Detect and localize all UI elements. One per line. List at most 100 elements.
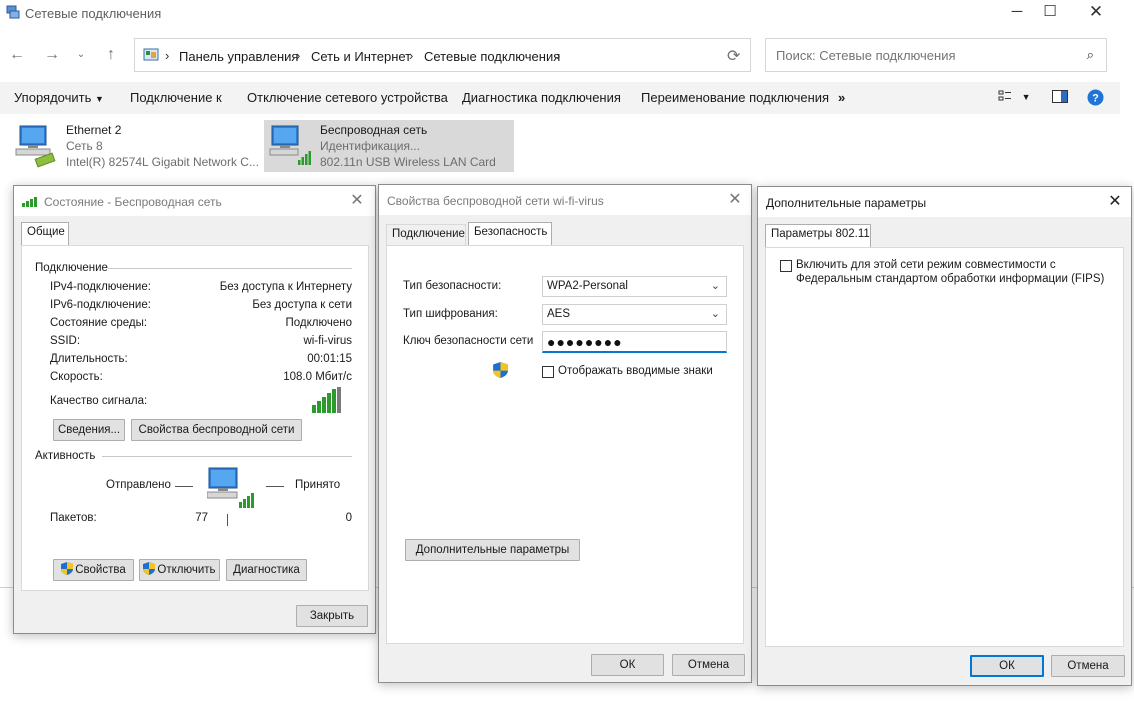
media-state-value: Подключено — [285, 317, 353, 329]
breadcrumb-separator: › — [556, 48, 561, 63]
window-title: Сетевые подключения — [25, 6, 162, 21]
properties-button[interactable]: Свойства — [53, 559, 134, 581]
tab-connection[interactable]: Подключение — [386, 224, 466, 245]
dialog-title: Дополнительные параметры — [766, 196, 927, 210]
rename-connection-button[interactable]: Переименование подключения — [641, 90, 829, 105]
view-options-icon[interactable]: ▼ — [998, 89, 1031, 106]
breadcrumb-separator: › — [409, 48, 414, 63]
network-connections-icon — [6, 5, 20, 19]
received-line — [266, 486, 284, 487]
network-key-label: Ключ безопасности сети — [403, 335, 534, 347]
more-commands-button[interactable]: » — [838, 90, 845, 105]
connection-name: Ethernet 2 — [66, 123, 122, 137]
security-type-select[interactable]: WPA2-Personal ⌄ — [542, 276, 727, 297]
diagnose-connection-button[interactable]: Диагностика подключения — [462, 90, 621, 105]
up-arrow-icon[interactable]: ↑ — [100, 45, 122, 65]
connection-name: Беспроводная сеть — [320, 123, 428, 137]
refresh-icon[interactable]: ⟳ — [727, 46, 740, 66]
settings-80211-panel: Включить для этой сети режим совместимос… — [765, 247, 1124, 647]
preview-pane-icon[interactable] — [1052, 90, 1068, 106]
security-type-label: Тип безопасности: — [403, 280, 502, 292]
general-panel: Подключение IPv4-подключение: Без доступ… — [21, 245, 369, 591]
dialog-title-bar: Состояние - Беспроводная сеть ✕ — [14, 186, 375, 216]
chevron-down-icon: ⌄ — [710, 280, 720, 292]
ipv4-label: IPv4-подключение: — [50, 281, 151, 293]
dialog-title: Состояние - Беспроводная сеть — [44, 195, 222, 209]
control-panel-icon — [143, 48, 159, 61]
dialog-title-bar: Свойства беспроводной сети wi-fi-virus ✕ — [379, 185, 751, 215]
ok-button[interactable]: ОК — [970, 655, 1044, 677]
fips-label-line1: Включить для этой сети режим совместимос… — [796, 259, 1056, 271]
wireless-connection-item[interactable]: Беспроводная сеть Идентификация... 802.1… — [264, 120, 514, 172]
ipv6-label: IPv6-подключение: — [50, 299, 151, 311]
close-button[interactable]: Закрыть — [296, 605, 368, 627]
recent-chevron-icon[interactable]: ⌄ — [70, 45, 92, 65]
sent-line — [175, 486, 193, 487]
fips-checkbox[interactable] — [780, 260, 792, 272]
ok-button[interactable]: ОК — [591, 654, 664, 676]
ssid-value: wi-fi-virus — [303, 335, 352, 347]
tab-general[interactable]: Общие — [21, 222, 69, 245]
diagnose-button[interactable]: Диагностика — [226, 559, 307, 581]
shield-icon — [493, 362, 508, 378]
window-close-button[interactable]: ✕ — [1073, 0, 1119, 26]
security-panel: Тип безопасности: WPA2-Personal ⌄ Тип шиф… — [386, 245, 744, 644]
maximize-button[interactable]: ☐ — [1027, 0, 1073, 26]
help-icon[interactable]: ? — [1087, 89, 1104, 109]
details-button[interactable]: Сведения... — [53, 419, 125, 441]
cancel-button[interactable]: Отмена — [672, 654, 745, 676]
dialog-title-bar: Дополнительные параметры ✕ — [758, 187, 1131, 217]
ethernet-adapter-icon — [15, 125, 56, 168]
connect-to-button[interactable]: Подключение к — [130, 90, 222, 105]
close-icon[interactable]: ✕ — [725, 190, 745, 210]
breadcrumb-network-internet[interactable]: Сеть и Интернет — [311, 49, 411, 64]
title-bar: Сетевые подключения ─ ☐ ✕ — [0, 0, 1134, 26]
tab-security[interactable]: Безопасность — [468, 222, 552, 245]
network-key-field[interactable]: ●●●●●●●● — [542, 331, 727, 353]
duration-value: 00:01:15 — [307, 353, 352, 365]
group-connection-label: Подключение — [35, 262, 108, 274]
back-arrow-icon[interactable]: ← — [6, 45, 28, 65]
wireless-properties-button[interactable]: Свойства беспроводной сети — [131, 419, 302, 441]
group-divider — [102, 456, 352, 457]
ssid-label: SSID: — [50, 335, 81, 347]
connection-status: Сеть 8 — [66, 139, 103, 153]
cancel-button[interactable]: Отмена — [1051, 655, 1125, 677]
close-icon[interactable]: ✕ — [1105, 192, 1125, 212]
tab-80211-settings[interactable]: Параметры 802.11 — [765, 224, 871, 247]
media-state-label: Состояние среды: — [50, 317, 148, 329]
signal-quality-label: Качество сигнала: — [50, 395, 148, 407]
shield-icon — [143, 562, 156, 575]
chevron-down-icon: ⌄ — [710, 308, 720, 320]
dialog-title: Свойства беспроводной сети wi-fi-virus — [387, 194, 604, 208]
connection-status: Идентификация... — [320, 139, 420, 153]
wireless-adapter-icon — [269, 125, 311, 165]
organize-button[interactable]: Упорядочить ▼ — [14, 90, 104, 105]
breadcrumb-network-connections[interactable]: Сетевые подключения — [424, 49, 560, 64]
encryption-type-label: Тип шифрования: — [403, 308, 498, 320]
signal-bars-icon — [312, 387, 341, 413]
packets-label: Пакетов: — [50, 512, 97, 524]
address-row: ← → ⌄ ↑ › Панель управления › Сеть и Инт… — [0, 36, 1134, 74]
forward-arrow-icon[interactable]: → — [41, 45, 63, 65]
connection-device: 802.11n USB Wireless LAN Card — [320, 155, 496, 169]
ethernet-connection-item[interactable]: Ethernet 2 Сеть 8 Intel(R) 82574L Gigabi… — [10, 120, 260, 172]
search-icon[interactable]: ⌕ — [1087, 47, 1094, 63]
status-dialog: Состояние - Беспроводная сеть ✕ Общие По… — [13, 185, 376, 634]
advanced-settings-dialog: Дополнительные параметры ✕ Параметры 802… — [757, 186, 1132, 686]
disable-button[interactable]: Отключить — [139, 559, 220, 581]
duration-label: Длительность: — [50, 353, 128, 365]
encryption-type-select[interactable]: AES ⌄ — [542, 304, 727, 325]
close-icon[interactable]: ✕ — [347, 191, 367, 211]
show-characters-checkbox[interactable] — [542, 366, 554, 378]
ipv4-value: Без доступа к Интернету — [219, 281, 352, 293]
advanced-settings-button[interactable]: Дополнительные параметры — [405, 539, 580, 561]
breadcrumb-control-panel[interactable]: Панель управления — [179, 49, 298, 64]
svg-text:?: ? — [1092, 93, 1099, 105]
disable-device-button[interactable]: Отключение сетевого устройства — [247, 90, 448, 105]
search-input[interactable] — [774, 47, 1074, 64]
search-box[interactable]: ⌕ — [765, 38, 1107, 72]
show-characters-label: Отображать вводимые знаки — [558, 365, 713, 377]
address-bar[interactable]: › Панель управления › Сеть и Интернет › … — [134, 38, 751, 72]
packets-received-value: 0 — [345, 512, 352, 524]
